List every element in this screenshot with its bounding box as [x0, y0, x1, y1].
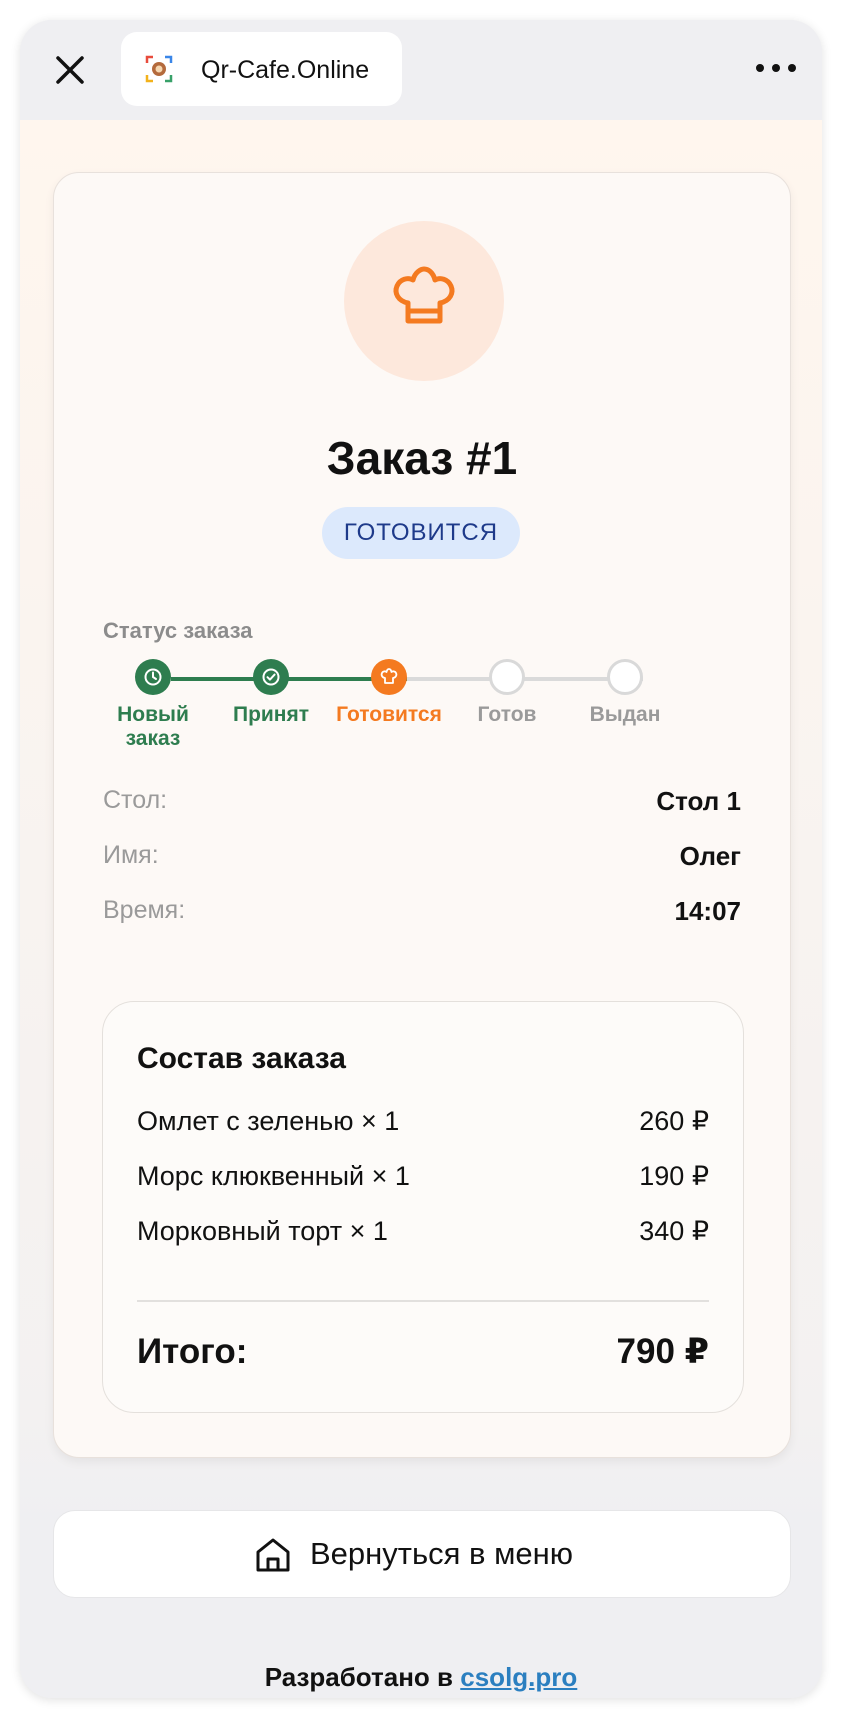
- more-horizontal-icon: [756, 64, 796, 72]
- home-icon: [256, 1538, 290, 1572]
- step-dot-accepted: [253, 659, 289, 695]
- time-label: Время:: [103, 896, 186, 924]
- time-value: 14:07: [674, 896, 742, 926]
- close-icon: [56, 56, 84, 84]
- chef-hat-icon: [393, 266, 455, 324]
- order-card: Заказ #1 ГОТОВИТСЯ Статус заказа Новый з…: [53, 172, 791, 1458]
- step-dot-cooking: [371, 659, 407, 695]
- step-dot-ready: [489, 659, 525, 695]
- status-badge: ГОТОВИТСЯ: [322, 507, 520, 559]
- item-name: Омлет с зеленью × 1: [137, 1106, 400, 1136]
- total-label: Итого:: [137, 1332, 248, 1371]
- site-tab[interactable]: Qr-Cafe.Online: [121, 32, 402, 106]
- item-name: Морковный торт × 1: [137, 1216, 388, 1246]
- item-price: 260 ₽: [639, 1106, 709, 1136]
- back-to-menu-label: Вернуться в меню: [310, 1536, 574, 1571]
- total-value: 790 ₽: [616, 1332, 709, 1371]
- site-logo-icon: [145, 55, 173, 83]
- footer-prefix: Разработано в: [264, 1662, 454, 1692]
- back-to-menu-button[interactable]: Вернуться в меню: [53, 1510, 791, 1598]
- clock-icon: [144, 668, 162, 686]
- table-value: Стол 1: [656, 786, 741, 816]
- table-label: Стол:: [103, 786, 168, 814]
- order-title: Заказ #1: [326, 432, 518, 484]
- item-name: Морс клюквенный × 1: [137, 1161, 410, 1191]
- developer-link[interactable]: csolg.pro: [460, 1662, 577, 1692]
- items-divider: [137, 1300, 709, 1302]
- step-dot-issued: [607, 659, 643, 695]
- browser-topbar: Qr-Cafe.Online: [20, 20, 822, 120]
- step-dot-new: [135, 659, 171, 695]
- step-label-new: Новый заказ: [117, 703, 189, 750]
- step-label-issued: Выдан: [589, 703, 661, 726]
- item-price: 190 ₽: [639, 1161, 709, 1191]
- app-frame: Qr-Cafe.Online Заказ #1 ГОТОВИТСЯ Статус…: [20, 20, 822, 1698]
- name-value: Олег: [679, 841, 741, 871]
- order-items-box: Состав заказа Омлет с зеленью × 1 260 ₽ …: [102, 1001, 744, 1413]
- item-price: 340 ₽: [639, 1216, 709, 1246]
- name-label: Имя:: [103, 841, 159, 869]
- status-heading: Статус заказа: [103, 618, 253, 643]
- hero-badge: [344, 221, 504, 381]
- items-title: Состав заказа: [137, 1042, 346, 1075]
- check-circle-icon: [262, 668, 280, 686]
- more-button[interactable]: [754, 56, 798, 80]
- chef-hat-icon: [380, 668, 398, 684]
- page-content: Заказ #1 ГОТОВИТСЯ Статус заказа Новый з…: [20, 120, 822, 1698]
- footer: Разработано в csolg.pro: [20, 1662, 822, 1693]
- site-title: Qr-Cafe.Online: [201, 56, 370, 84]
- close-button[interactable]: [46, 46, 94, 94]
